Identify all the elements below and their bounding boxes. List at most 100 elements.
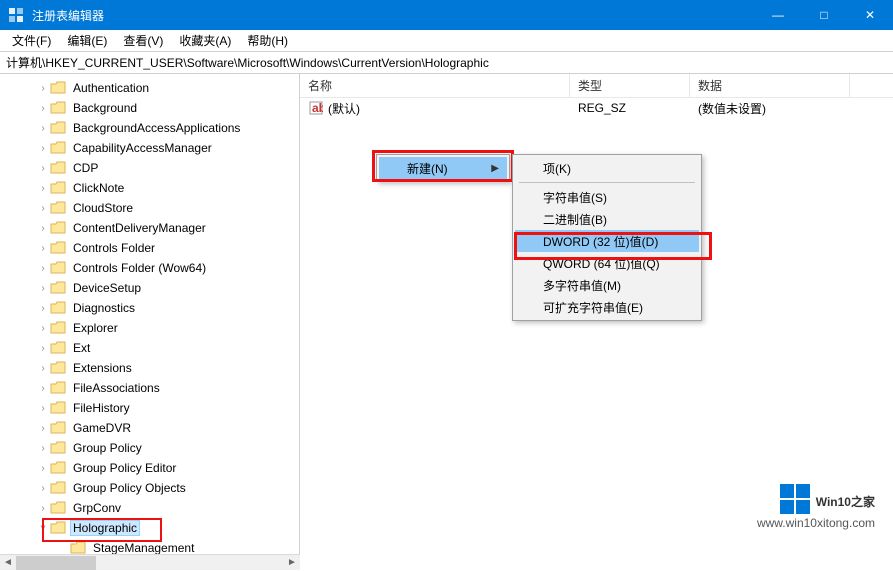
expand-arrow-icon[interactable]: › xyxy=(36,163,50,174)
expand-arrow-icon[interactable]: › xyxy=(36,183,50,194)
tree-item[interactable]: › FileHistory xyxy=(36,398,299,418)
tree-item-label: Ext xyxy=(70,340,93,356)
expand-arrow-icon[interactable]: › xyxy=(36,223,50,234)
menu-favorites[interactable]: 收藏夹(A) xyxy=(171,30,239,51)
tree-item-label: Diagnostics xyxy=(70,300,138,316)
maximize-button[interactable]: □ xyxy=(801,0,847,30)
scroll-left-icon[interactable]: ◄ xyxy=(0,555,16,571)
tree-item[interactable]: StageManagement xyxy=(36,538,299,554)
expand-arrow-icon[interactable]: › xyxy=(36,423,50,434)
tree-item[interactable]: › Background xyxy=(36,98,299,118)
menu-help[interactable]: 帮助(H) xyxy=(239,30,296,51)
tree-item[interactable]: › Ext xyxy=(36,338,299,358)
tree-item-label: Background xyxy=(70,100,140,116)
tree-item[interactable]: ›Authentication xyxy=(36,78,299,98)
menu-edit[interactable]: 编辑(E) xyxy=(59,30,115,51)
watermark-text2: 之家 xyxy=(851,495,875,509)
windows-logo-icon xyxy=(780,484,810,514)
expand-arrow-icon[interactable]: › xyxy=(36,303,50,314)
expand-arrow-icon[interactable]: › xyxy=(36,123,50,134)
expand-arrow-icon[interactable]: › xyxy=(36,463,50,474)
folder-icon xyxy=(50,81,66,95)
submenu-item[interactable]: 可扩充字符串值(E) xyxy=(515,296,699,318)
submenu-item[interactable]: QWORD (64 位)值(Q) xyxy=(515,252,699,274)
col-data[interactable]: 数据 xyxy=(690,74,850,97)
tree-item[interactable]: › GrpConv xyxy=(36,498,299,518)
tree-item[interactable]: ˅Holographic xyxy=(36,518,299,538)
expand-arrow-icon[interactable]: › xyxy=(36,443,50,454)
expand-arrow-icon[interactable]: › xyxy=(36,263,50,274)
expand-arrow-icon[interactable]: › xyxy=(36,483,50,494)
expand-arrow-icon[interactable]: ˅ xyxy=(36,523,50,534)
expand-arrow-icon[interactable]: › xyxy=(36,503,50,514)
submenu-item[interactable]: 多字符串值(M) xyxy=(515,274,699,296)
list-panel: 名称 类型 数据 ab(默认)REG_SZ(数值未设置) 新建(N) ▶ 项(K… xyxy=(300,74,893,554)
minimize-button[interactable]: — xyxy=(755,0,801,30)
address-text: 计算机\HKEY_CURRENT_USER\Software\Microsoft… xyxy=(6,54,489,71)
scroll-thumb[interactable] xyxy=(16,556,96,570)
tree-item-label: BackgroundAccessApplications xyxy=(70,120,243,136)
folder-icon xyxy=(50,501,66,515)
tree-item[interactable]: ›Controls Folder xyxy=(36,238,299,258)
tree-item[interactable]: › Extensions xyxy=(36,358,299,378)
tree-item-label: GameDVR xyxy=(70,420,134,436)
tree-item[interactable]: ›Group Policy Objects xyxy=(36,478,299,498)
expand-arrow-icon[interactable]: › xyxy=(36,83,50,94)
close-button[interactable]: ✕ xyxy=(847,0,893,30)
watermark-url: www.win10xitong.com xyxy=(757,516,875,530)
expand-arrow-icon[interactable]: › xyxy=(36,383,50,394)
col-type[interactable]: 类型 xyxy=(570,74,690,97)
scroll-track[interactable] xyxy=(16,555,284,571)
tree-item-label: Group Policy Editor xyxy=(70,460,179,476)
scroll-right-icon[interactable]: ► xyxy=(284,555,300,571)
tree-item-label: Extensions xyxy=(70,360,135,376)
expand-arrow-icon[interactable]: › xyxy=(36,243,50,254)
submenu-item[interactable]: 项(K) xyxy=(515,157,699,179)
col-name[interactable]: 名称 xyxy=(300,74,570,97)
tree-item[interactable]: › BackgroundAccessApplications xyxy=(36,118,299,138)
string-value-icon: ab xyxy=(308,100,324,116)
expand-arrow-icon[interactable]: › xyxy=(36,143,50,154)
expand-arrow-icon[interactable]: › xyxy=(36,283,50,294)
list-body[interactable]: ab(默认)REG_SZ(数值未设置) xyxy=(300,98,893,118)
folder-icon xyxy=(50,321,66,335)
address-bar[interactable]: 计算机\HKEY_CURRENT_USER\Software\Microsoft… xyxy=(0,52,893,74)
expand-arrow-icon[interactable]: › xyxy=(36,203,50,214)
tree-item[interactable]: › Diagnostics xyxy=(36,298,299,318)
tree-item-label: CDP xyxy=(70,160,101,176)
expand-arrow-icon[interactable]: › xyxy=(36,363,50,374)
tree-item[interactable]: ›DeviceSetup xyxy=(36,278,299,298)
menu-view[interactable]: 查看(V) xyxy=(115,30,171,51)
tree-item[interactable]: ›Explorer xyxy=(36,318,299,338)
list-header: 名称 类型 数据 xyxy=(300,74,893,98)
expand-arrow-icon[interactable]: › xyxy=(36,103,50,114)
main-split: ›Authentication›Background›BackgroundAcc… xyxy=(0,74,893,554)
expand-arrow-icon[interactable]: › xyxy=(36,343,50,354)
tree-item[interactable]: › GameDVR xyxy=(36,418,299,438)
tree-horizontal-scrollbar[interactable]: ◄ ► xyxy=(0,554,300,570)
tree-panel[interactable]: ›Authentication›Background›BackgroundAcc… xyxy=(0,74,300,554)
submenu-item[interactable]: DWORD (32 位)值(D) xyxy=(515,230,699,252)
submenu-item[interactable]: 字符串值(S) xyxy=(515,186,699,208)
submenu-item-label: 多字符串值(M) xyxy=(543,277,621,294)
tree-item-label: GrpConv xyxy=(70,500,124,516)
tree-item[interactable]: › Group Policy Editor xyxy=(36,458,299,478)
submenu-item[interactable]: 二进制值(B) xyxy=(515,208,699,230)
tree-item[interactable]: ›Controls Folder (Wow64) xyxy=(36,258,299,278)
tree-item[interactable]: ›CapabilityAccessManager xyxy=(36,138,299,158)
tree-item[interactable]: ›Group Policy xyxy=(36,438,299,458)
list-row[interactable]: ab(默认)REG_SZ(数值未设置) xyxy=(300,98,893,118)
tree-item[interactable]: ›FileAssociations xyxy=(36,378,299,398)
tree-item[interactable]: ›CloudStore xyxy=(36,198,299,218)
context-submenu: 项(K) 字符串值(S)二进制值(B)DWORD (32 位)值(D)QWORD … xyxy=(512,154,702,321)
submenu-item-label: 项(K) xyxy=(543,160,571,177)
expand-arrow-icon[interactable]: › xyxy=(36,403,50,414)
folder-icon xyxy=(50,201,66,215)
tree-item[interactable]: › CDP xyxy=(36,158,299,178)
menu-file[interactable]: 文件(F) xyxy=(4,30,59,51)
tree-item-label: FileHistory xyxy=(70,400,133,416)
expand-arrow-icon[interactable]: › xyxy=(36,323,50,334)
menu-item-new[interactable]: 新建(N) ▶ xyxy=(379,157,507,179)
tree-item[interactable]: ›ContentDeliveryManager xyxy=(36,218,299,238)
tree-item[interactable]: ›ClickNote xyxy=(36,178,299,198)
